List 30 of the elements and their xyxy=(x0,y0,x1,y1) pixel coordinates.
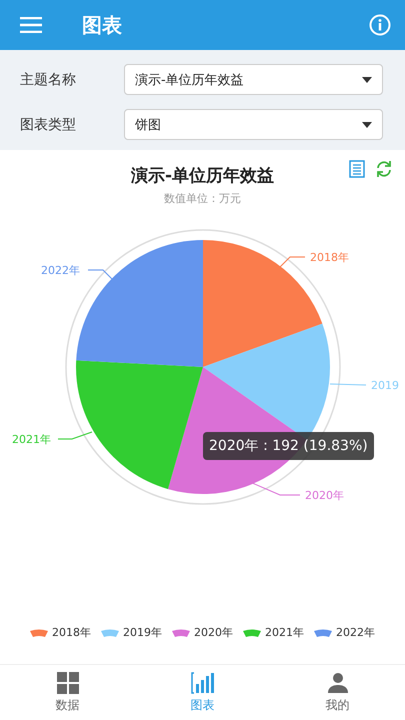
leader-line xyxy=(58,432,92,440)
field-label: 图表类型 xyxy=(20,116,77,134)
leader-line xyxy=(250,482,300,496)
slice-label: 2022年 xyxy=(41,264,80,277)
slice-label: 2021年 xyxy=(12,433,51,446)
chart-title: 演示-单位历年效益 xyxy=(130,165,274,187)
slice-label: 2019 xyxy=(371,379,399,392)
page-title: 图表 xyxy=(82,12,123,38)
tooltip: 2020年 : 192 (19.83%) xyxy=(203,432,374,460)
legend-label[interactable]: 2019年 xyxy=(123,625,162,640)
field-label: 主题名称 xyxy=(20,70,77,88)
dropdown[interactable]: 饼图 xyxy=(124,109,383,140)
person-icon xyxy=(326,672,348,694)
leader-line xyxy=(330,384,366,386)
slice-label: 2020年 xyxy=(305,489,344,502)
grid-icon xyxy=(56,672,78,694)
legend-label[interactable]: 2020年 xyxy=(194,625,233,640)
slice-label: 2018年 xyxy=(310,251,349,264)
info-icon[interactable] xyxy=(369,14,391,36)
legend-label[interactable]: 2022年 xyxy=(336,625,375,640)
document-icon[interactable] xyxy=(349,160,365,178)
chart-subtitle: 数值单位：万元 xyxy=(164,191,241,206)
bar-chart-icon xyxy=(190,672,214,694)
menu-icon[interactable] xyxy=(20,17,42,33)
refresh-icon[interactable] xyxy=(375,160,393,178)
nav-tab[interactable]: 我的 xyxy=(270,665,405,720)
legend-label[interactable]: 2018年 xyxy=(52,625,91,640)
legend-label[interactable]: 2021年 xyxy=(265,625,304,640)
nav-tab[interactable]: 数据 xyxy=(0,665,135,720)
dropdown[interactable]: 演示-单位历年效益 xyxy=(124,64,383,95)
